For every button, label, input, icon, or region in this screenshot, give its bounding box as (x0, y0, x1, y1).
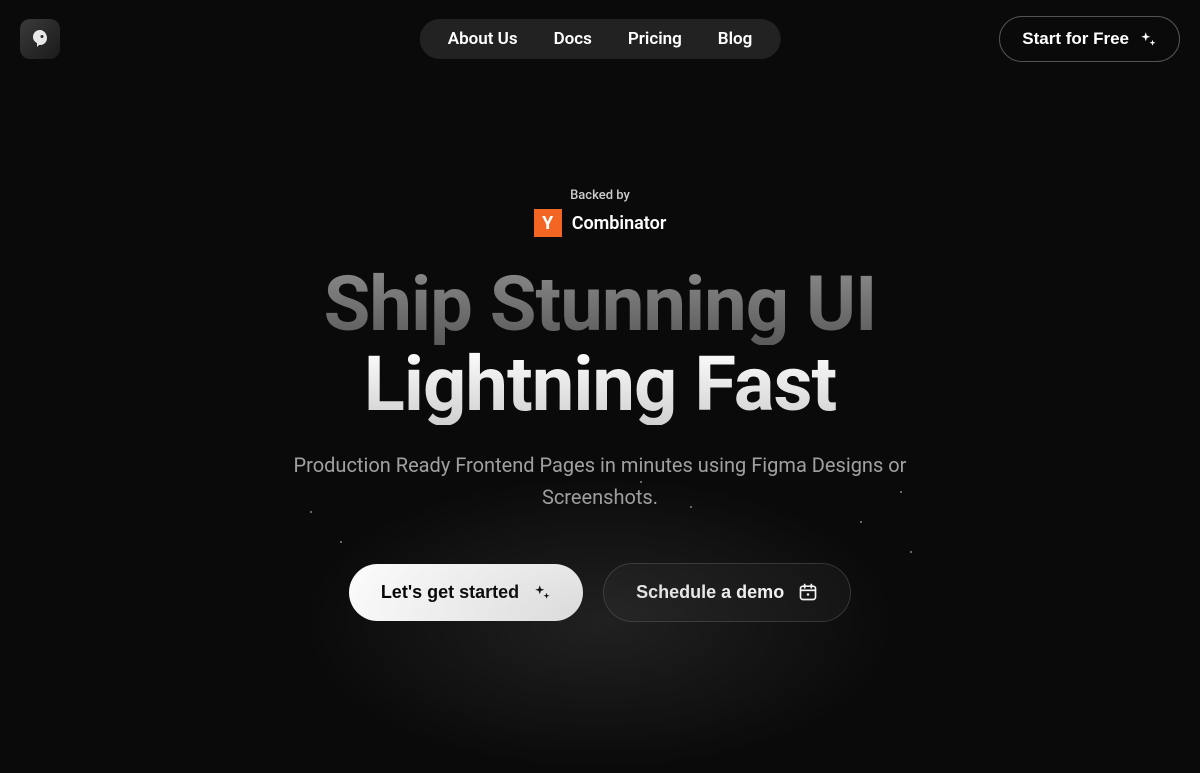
logo[interactable] (20, 19, 60, 59)
start-for-free-button[interactable]: Start for Free (999, 16, 1180, 62)
sparkle-icon (533, 583, 551, 601)
nav-blog[interactable]: Blog (718, 29, 753, 49)
headline-line-1: Ship Stunning UI (324, 265, 877, 345)
headline-line-2: Lightning Fast (324, 345, 877, 425)
get-started-button[interactable]: Let's get started (349, 564, 583, 621)
hero-subheadline: Production Ready Frontend Pages in minut… (290, 449, 910, 513)
bird-icon (28, 27, 52, 51)
schedule-demo-label: Schedule a demo (636, 582, 784, 603)
hero-headline: Ship Stunning UI Lightning Fast (324, 265, 877, 425)
get-started-label: Let's get started (381, 582, 519, 603)
sparkle-icon (1139, 30, 1157, 48)
nav-about[interactable]: About Us (448, 29, 518, 49)
nav-docs[interactable]: Docs (554, 29, 592, 49)
main-nav: About Us Docs Pricing Blog (420, 19, 781, 59)
yc-name: Combinator (572, 213, 667, 234)
start-for-free-label: Start for Free (1022, 29, 1129, 49)
calendar-icon (798, 582, 818, 602)
schedule-demo-button[interactable]: Schedule a demo (603, 563, 851, 622)
nav-pricing[interactable]: Pricing (628, 29, 682, 49)
backed-by-label: Backed by (570, 188, 630, 203)
yc-logo-icon: Y (534, 209, 562, 237)
site-header: About Us Docs Pricing Blog Start for Fre… (0, 0, 1200, 78)
yc-row: Y Combinator (534, 209, 667, 237)
hero-section: Backed by Y Combinator Ship Stunning UI … (0, 78, 1200, 622)
backed-by-badge: Backed by Y Combinator (534, 188, 667, 237)
cta-row: Let's get started Schedule a demo (349, 563, 851, 622)
